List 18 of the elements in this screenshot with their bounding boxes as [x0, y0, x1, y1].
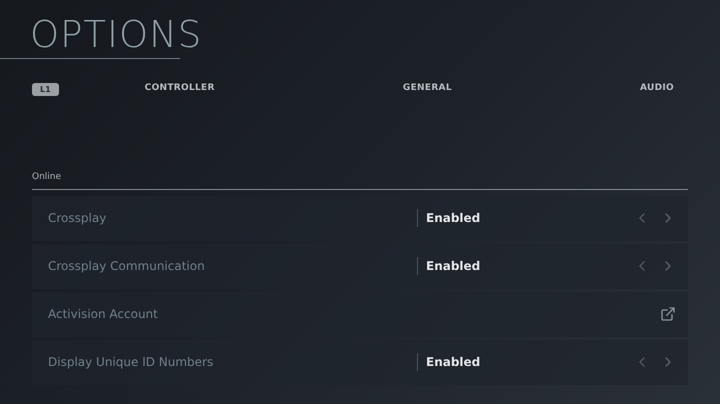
- tab[interactable]: AUDIO: [640, 82, 674, 96]
- setting-row[interactable]: Crossplay Enabled: [32, 196, 688, 240]
- l1-key-hint: L1: [32, 82, 59, 96]
- tab[interactable]: CONTROLLER: [144, 82, 215, 96]
- setting-label: Activision Account: [48, 306, 159, 323]
- setting-row[interactable]: Activision Account: [32, 292, 688, 336]
- page-title: OPTIONS: [29, 14, 202, 56]
- setting-value: Enabled: [426, 354, 480, 371]
- section-label: Online: [32, 171, 62, 184]
- setting-row[interactable]: Crossplay Communication Enabled: [32, 244, 688, 288]
- setting-label: Display Unique ID Numbers: [48, 354, 214, 371]
- setting-row[interactable]: Display Unique ID Numbers Enabled: [32, 340, 688, 384]
- setting-value: Enabled: [426, 258, 480, 275]
- setting-value: Enabled: [426, 210, 480, 227]
- external-link-icon[interactable]: [660, 306, 676, 322]
- setting-label: Crossplay Communication: [48, 258, 206, 275]
- tab[interactable]: GENERAL: [402, 82, 452, 96]
- setting-label: Crossplay: [48, 210, 108, 227]
